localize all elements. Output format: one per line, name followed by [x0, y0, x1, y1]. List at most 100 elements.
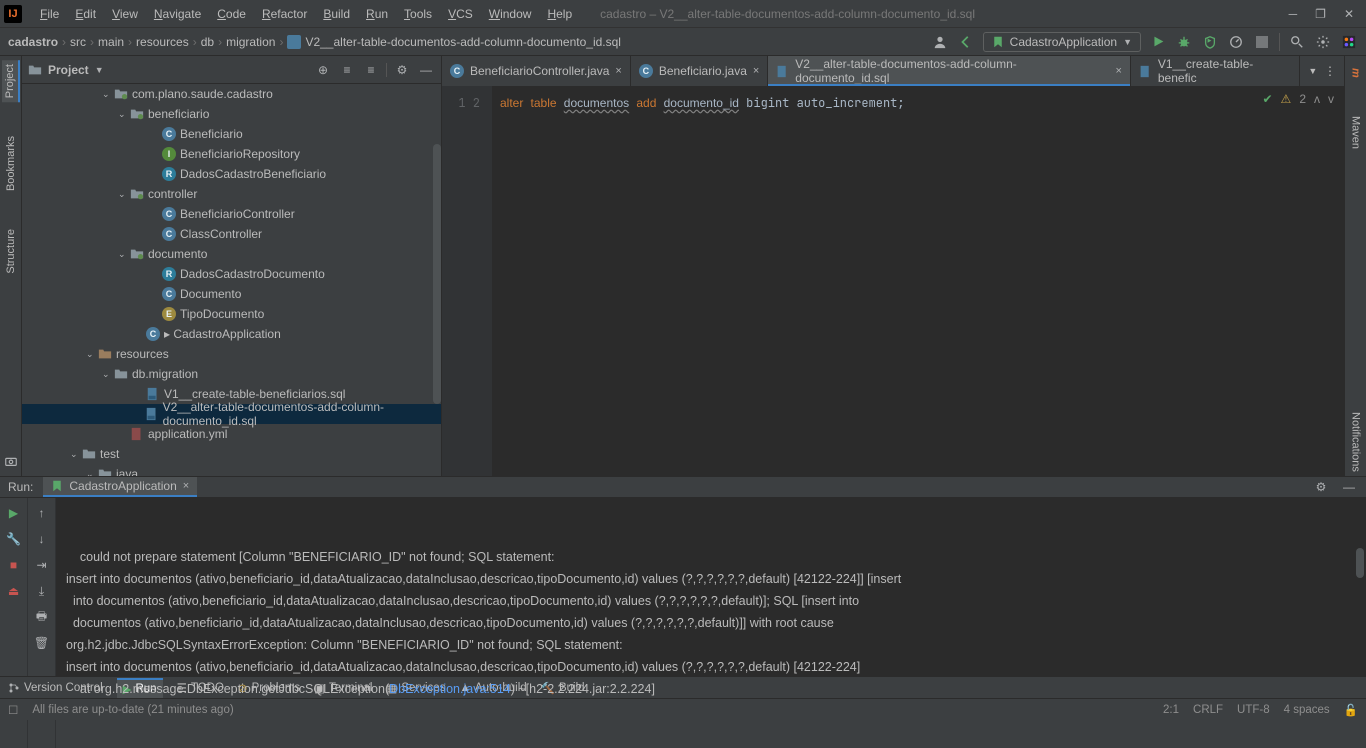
menu-run[interactable]: Run: [358, 7, 396, 21]
close-icon[interactable]: ×: [615, 65, 621, 77]
tree-item[interactable]: ETipoDocumento: [22, 304, 441, 324]
tree-item[interactable]: ⌄beneficiario: [22, 104, 441, 124]
close-icon[interactable]: ×: [753, 65, 759, 77]
up-stack-icon[interactable]: ↑: [33, 504, 51, 522]
tree-item[interactable]: ⌄com.plano.saude.cadastro: [22, 84, 441, 104]
user-icon[interactable]: [931, 33, 949, 51]
camera-icon[interactable]: [2, 452, 20, 470]
profile-button[interactable]: [1227, 33, 1245, 51]
tree-item[interactable]: C▸ CadastroApplication: [22, 324, 441, 344]
tree-item[interactable]: ⌄db.migration: [22, 364, 441, 384]
down-stack-icon[interactable]: ↓: [33, 530, 51, 548]
hide-icon[interactable]: —: [1340, 478, 1358, 496]
tree-item[interactable]: V2__alter-table-documentos-add-column-do…: [22, 404, 441, 424]
close-icon[interactable]: ×: [1115, 65, 1121, 77]
tree-item[interactable]: CDocumento: [22, 284, 441, 304]
tree-item[interactable]: ⌄controller: [22, 184, 441, 204]
menu-code[interactable]: Code: [209, 7, 254, 21]
titlebar: IJ FileEditViewNavigateCodeRefactorBuild…: [0, 0, 1366, 28]
minimize-button[interactable]: ─: [1289, 7, 1298, 21]
menu-file[interactable]: File: [32, 7, 67, 21]
console-scrollbar[interactable]: [1356, 548, 1364, 578]
menu-edit[interactable]: Edit: [67, 7, 104, 21]
menu-vcs[interactable]: VCS: [440, 7, 481, 21]
tabs-dropdown[interactable]: ▼ ⋮: [1300, 56, 1344, 86]
check-icon: ✔: [1262, 92, 1272, 106]
editor-tab[interactable]: CBeneficiarioController.java×: [442, 56, 631, 86]
gear-icon[interactable]: ⚙: [393, 61, 411, 79]
crumb[interactable]: V2__alter-table-documentos-add-column-do…: [287, 35, 629, 49]
collapse-all-icon[interactable]: ≡: [362, 61, 380, 79]
back-arrow-icon[interactable]: [957, 33, 975, 51]
tree-item[interactable]: ⌄test: [22, 444, 441, 464]
settings-icon[interactable]: [1314, 33, 1332, 51]
tree-item[interactable]: RDadosCadastroDocumento: [22, 264, 441, 284]
run-tab[interactable]: CadastroApplication ×: [43, 477, 197, 497]
select-opened-icon[interactable]: ⊕: [314, 61, 332, 79]
print-icon[interactable]: 🖶: [33, 608, 51, 626]
tree-item[interactable]: CClassController: [22, 224, 441, 244]
debug-button[interactable]: [1175, 33, 1193, 51]
up-icon[interactable]: ʌ: [1314, 92, 1320, 106]
crumb[interactable]: src: [70, 35, 98, 49]
code-area[interactable]: alter table documentos add documento_id …: [492, 86, 1344, 476]
tree-item[interactable]: ⌄resources: [22, 344, 441, 364]
crumb[interactable]: migration: [226, 35, 287, 49]
editor-tab[interactable]: V1__create-table-benefic: [1131, 56, 1300, 86]
crumb[interactable]: main: [98, 35, 136, 49]
bookmarks-tab[interactable]: Bookmarks: [3, 132, 19, 195]
menu-navigate[interactable]: Navigate: [146, 7, 209, 21]
inspection-indicator[interactable]: ✔ ⚠2 ʌ v: [1262, 92, 1334, 106]
stop-button[interactable]: [1253, 33, 1271, 51]
maximize-button[interactable]: ❐: [1315, 7, 1326, 21]
project-title: Project: [48, 63, 89, 77]
hide-icon[interactable]: —: [417, 61, 435, 79]
tree-scrollbar[interactable]: [433, 144, 441, 404]
gear-icon[interactable]: ⚙: [1312, 478, 1330, 496]
stop-icon[interactable]: ■: [5, 556, 23, 574]
editor-tab[interactable]: V2__alter-table-documentos-add-column-do…: [768, 56, 1131, 86]
console[interactable]: could not prepare statement [Column "BEN…: [56, 498, 1366, 748]
tree-item[interactable]: IBeneficiarioRepository: [22, 144, 441, 164]
menu-build[interactable]: Build: [315, 7, 358, 21]
run-button[interactable]: [1149, 33, 1167, 51]
close-button[interactable]: ✕: [1344, 7, 1354, 21]
menu-help[interactable]: Help: [539, 7, 580, 21]
close-icon[interactable]: ×: [183, 480, 189, 492]
crumb[interactable]: resources: [136, 35, 201, 49]
editor[interactable]: 1 2 alter table documentos add documento…: [442, 86, 1344, 476]
project-tree[interactable]: ⌄com.plano.saude.cadastro⌄beneficiarioCB…: [22, 84, 441, 476]
expand-all-icon[interactable]: ≡: [338, 61, 356, 79]
editor-tab[interactable]: CBeneficiario.java×: [631, 56, 769, 86]
tree-item[interactable]: ⌄java: [22, 464, 441, 476]
jb-icon[interactable]: [1340, 33, 1358, 51]
clear-icon[interactable]: 🗑: [33, 634, 51, 652]
tools-icon[interactable]: 🔧: [5, 530, 23, 548]
notifications-tab[interactable]: Notifications: [1348, 408, 1364, 476]
crumb[interactable]: db: [201, 35, 226, 49]
structure-tab[interactable]: Structure: [3, 225, 19, 278]
crumb[interactable]: cadastro: [8, 35, 70, 49]
maven-label[interactable]: Maven: [1348, 112, 1364, 153]
soft-wrap-icon[interactable]: ⇥: [33, 556, 51, 574]
tree-item[interactable]: RDadosCadastroBeneficiario: [22, 164, 441, 184]
tree-item[interactable]: CBeneficiario: [22, 124, 441, 144]
menu-refactor[interactable]: Refactor: [254, 7, 315, 21]
run-config-selector[interactable]: CadastroApplication ▼: [983, 32, 1141, 52]
exit-icon[interactable]: ⏏: [5, 582, 23, 600]
search-icon[interactable]: [1288, 33, 1306, 51]
coverage-button[interactable]: [1201, 33, 1219, 51]
maven-tab[interactable]: m: [1348, 64, 1364, 82]
menu-window[interactable]: Window: [481, 7, 540, 21]
project-panel: Project ▼ ⊕ ≡ ≡ ⚙ — ⌄com.plano.saude.cad…: [22, 56, 442, 476]
rerun-icon[interactable]: ▶: [5, 504, 23, 522]
event-log-icon[interactable]: ☐: [8, 703, 18, 717]
tree-item[interactable]: CBeneficiarioController: [22, 204, 441, 224]
project-tab[interactable]: Project: [2, 60, 20, 102]
menu-tools[interactable]: Tools: [396, 7, 440, 21]
down-icon[interactable]: v: [1328, 92, 1334, 106]
menu-view[interactable]: View: [104, 7, 146, 21]
scroll-end-icon[interactable]: ⤓: [33, 582, 51, 600]
breadcrumb[interactable]: cadastrosrcmainresourcesdbmigrationV2__a…: [8, 35, 629, 49]
tree-item[interactable]: ⌄documento: [22, 244, 441, 264]
